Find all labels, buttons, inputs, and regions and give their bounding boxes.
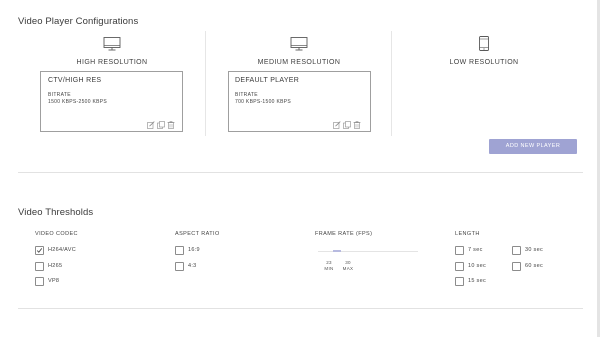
player-card-default[interactable]: DEFAULT PLAYER BITRATE 700 KBPS-1500 KBP… <box>228 71 371 132</box>
checkbox-10-sec[interactable] <box>455 262 464 271</box>
delete-icon[interactable] <box>353 116 361 129</box>
column-heading-high: HIGH RESOLUTION <box>76 59 148 66</box>
checkbox-7-sec[interactable] <box>455 246 464 255</box>
bitrate-value: 1500 KBPS-2500 KBPS <box>48 99 108 105</box>
checkbox-label-vp8: VP8 <box>48 278 60 284</box>
checkbox-label-10-sec: 10 sec <box>468 263 487 269</box>
monitor-icon <box>103 37 121 51</box>
checkmark-icon <box>36 248 43 253</box>
column-divider <box>205 31 206 136</box>
duplicate-icon[interactable] <box>157 116 165 129</box>
aspect-ratio-heading: ASPECT RATIO <box>175 231 220 237</box>
checkbox-label-30-sec: 30 sec <box>525 247 544 253</box>
monitor-icon <box>290 37 308 51</box>
checkbox-label-15-sec: 15 sec <box>468 278 487 284</box>
checkbox-label-7-sec: 7 sec <box>468 247 483 253</box>
checkbox-vp8[interactable] <box>35 277 44 286</box>
checkbox-label-60-sec: 60 sec <box>525 263 544 269</box>
frame-rate-slider-range[interactable] <box>333 250 341 252</box>
checkbox-30-sec[interactable] <box>512 246 521 255</box>
frame-rate-heading: FRAME RATE (FPS) <box>315 231 373 237</box>
checkbox-15-sec[interactable] <box>455 277 464 286</box>
player-card-ctv[interactable]: CTV/HIGH RES BITRATE 1500 KBPS-2500 KBPS <box>40 71 183 132</box>
column-heading-medium: MEDIUM RESOLUTION <box>257 59 341 66</box>
checkbox-4-3[interactable] <box>175 262 184 271</box>
threshold-section-title: Video Thresholds <box>18 207 94 218</box>
checkbox-60-sec[interactable] <box>512 262 521 271</box>
checkbox-label-16-9: 16:9 <box>188 247 200 253</box>
frame-rate-min-label: MIN <box>324 266 334 271</box>
checkbox-h265[interactable] <box>35 262 44 271</box>
frame-rate-min-value: 23 <box>326 260 332 265</box>
column-heading-low: LOW RESOLUTION <box>449 59 519 66</box>
delete-icon[interactable] <box>167 116 175 129</box>
player-card-name: DEFAULT PLAYER <box>235 77 300 84</box>
checkbox-label-h265: H265 <box>48 263 63 269</box>
bitrate-value: 700 KBPS-1500 KBPS <box>235 99 291 105</box>
checkbox-16-9[interactable] <box>175 246 184 255</box>
add-new-player-button[interactable]: ADD NEW PLAYER <box>489 139 577 154</box>
player-section-title: Video Player Configurations <box>18 16 139 27</box>
mobile-device-icon <box>479 36 489 51</box>
video-codec-heading: VIDEO CODEC <box>35 231 78 237</box>
player-card-name: CTV/HIGH RES <box>48 77 102 84</box>
section-divider <box>18 308 583 309</box>
column-divider <box>391 31 392 136</box>
checkbox-label-4-3: 4:3 <box>188 263 197 269</box>
edit-icon[interactable] <box>147 116 155 129</box>
checkbox-h264[interactable] <box>35 246 44 255</box>
length-heading: LENGTH <box>455 231 480 237</box>
duplicate-icon[interactable] <box>343 116 351 129</box>
frame-rate-max-label: MAX <box>342 266 354 271</box>
checkbox-label-h264: H264/AVC <box>48 247 76 253</box>
bitrate-label: BITRATE <box>48 92 71 98</box>
frame-rate-max-value: 30 <box>345 260 351 265</box>
section-divider <box>18 172 583 173</box>
bitrate-label: BITRATE <box>235 92 258 98</box>
edit-icon[interactable] <box>333 116 341 129</box>
